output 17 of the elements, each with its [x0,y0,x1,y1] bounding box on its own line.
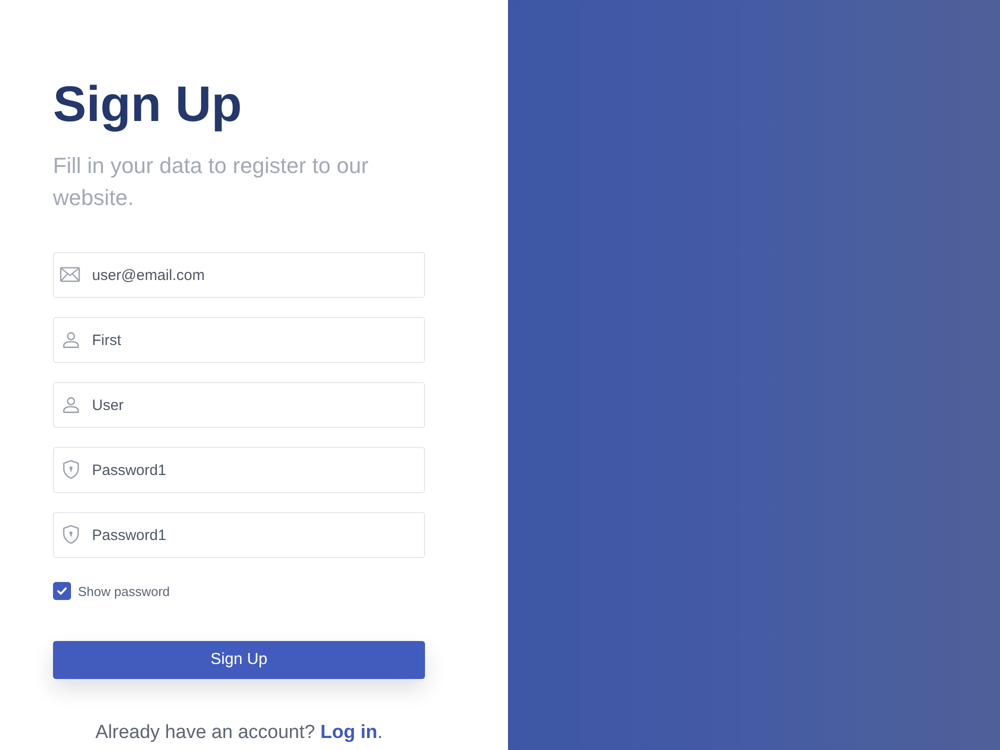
person-icon [63,397,79,413]
email-field[interactable]: user@email.com [53,252,425,298]
password-field[interactable]: Password1 [53,512,425,558]
name-field[interactable]: First [53,317,425,363]
login-prompt: Already have an account? Log in. [94,722,384,744]
page-title: Sign Up [53,75,242,134]
sign-up-button[interactable]: Sign Up [53,641,425,679]
show-password-checkbox[interactable] [53,582,71,600]
password-field[interactable]: Password1 [53,447,425,493]
show-password-label: Show password [78,584,170,598]
page-subtitle: Fill in your data to register to our website. [53,152,370,212]
person-icon [63,332,79,348]
envelope-icon [60,267,80,282]
name-field[interactable]: User [53,382,425,428]
shield-icon [63,525,79,544]
login-link[interactable]: Log in [320,722,378,743]
shield-icon [63,460,79,479]
